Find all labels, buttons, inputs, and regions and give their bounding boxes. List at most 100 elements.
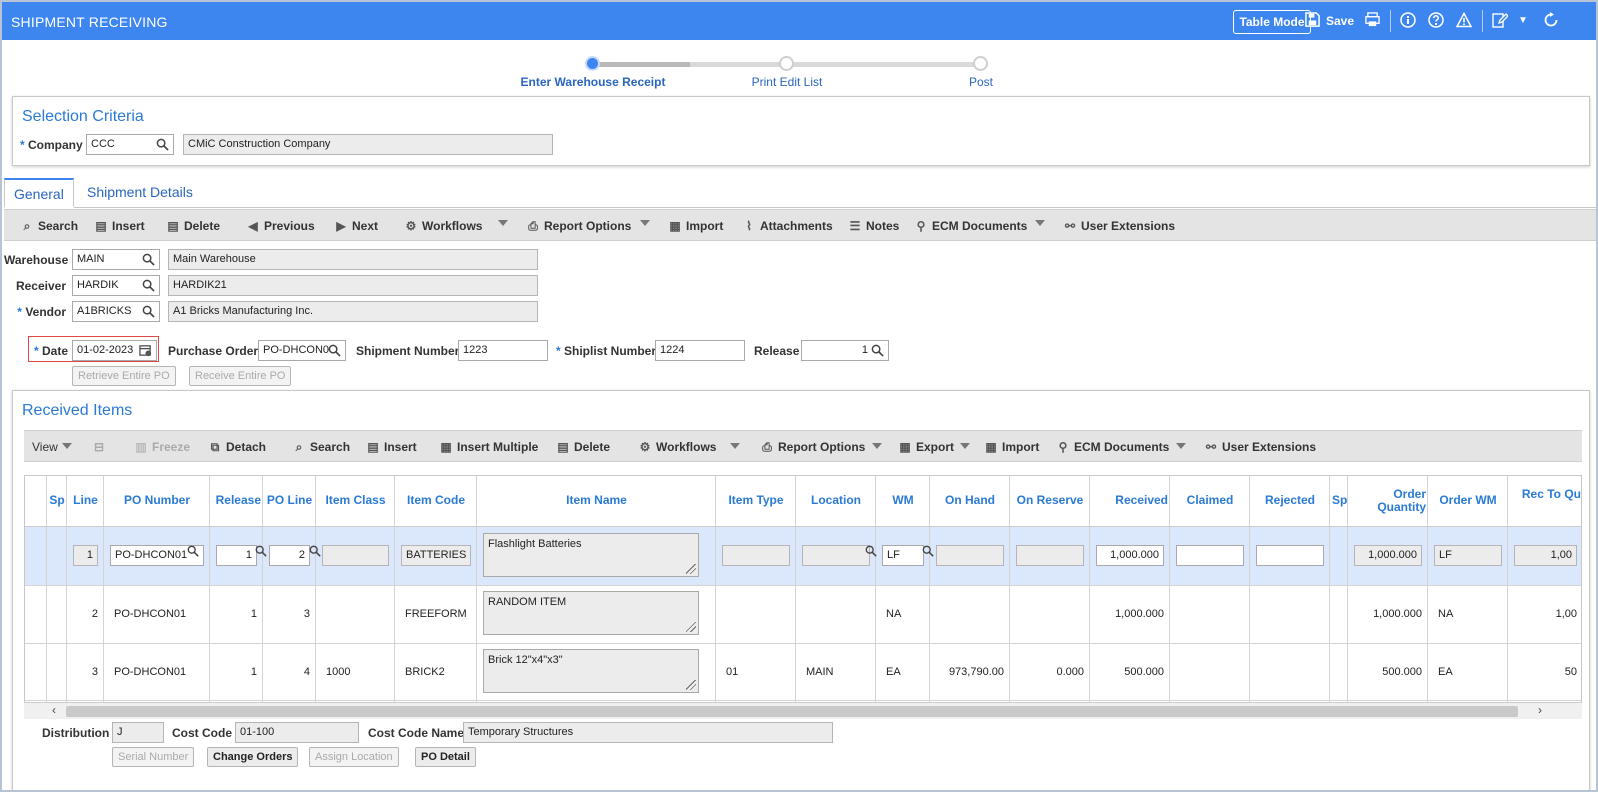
column-header[interactable]: Order Quantity [1350, 488, 1426, 712]
po-detail-button[interactable]: PO Detail [415, 747, 476, 767]
grid-workflows-button[interactable]: ⚙ Workflows [638, 439, 717, 455]
column-header[interactable]: On Hand [932, 494, 1008, 712]
toolbar-next-button[interactable]: ▶ Next [334, 218, 378, 234]
item-name-textarea[interactable]: Brick 12"x4"x3" [483, 649, 699, 693]
toolbar-ecm-documents-button[interactable]: ⚲ ECM Documents [914, 218, 1028, 234]
toolbar-workflows-button[interactable]: ⚙ Workflows [404, 218, 483, 234]
save-icon[interactable] [1303, 12, 1321, 30]
warehouse-code-field[interactable]: MAIN [72, 249, 160, 270]
column-header[interactable]: PO Line [265, 494, 314, 712]
step-label-enter-warehouse-receipt[interactable]: Enter Warehouse Receipt [503, 75, 683, 89]
filter-icon[interactable]: ⊟ [94, 439, 104, 455]
search-icon[interactable] [865, 545, 877, 557]
toolbar-import-button[interactable]: ▦ Import [668, 218, 723, 234]
search-icon[interactable] [142, 279, 155, 292]
detach-button[interactable]: ⧉ Detach [208, 439, 266, 455]
column-header[interactable]: Sp [49, 494, 65, 712]
grid-report-options-button[interactable]: ⎙ Report Options [760, 439, 865, 455]
scroll-thumb[interactable] [66, 706, 1518, 717]
chevron-down-icon[interactable] [1176, 443, 1186, 449]
search-icon[interactable] [922, 545, 934, 557]
cell-po-line[interactable]: 2 [269, 545, 310, 566]
grid-insert-button[interactable]: ▤ Insert [366, 439, 416, 455]
item-name-textarea[interactable]: RANDOM ITEM [483, 591, 699, 635]
column-header[interactable]: Sp [1332, 494, 1347, 712]
receive-entire-po-button[interactable]: Receive Entire PO [189, 366, 292, 386]
release-field[interactable]: 1 [801, 340, 889, 361]
chevron-down-icon[interactable] [1035, 220, 1045, 226]
grid-insert-multiple-button[interactable]: ▦ Insert Multiple [439, 439, 538, 455]
column-header[interactable]: Item Type [718, 494, 794, 712]
tab-general[interactable]: General [4, 178, 74, 208]
info-icon[interactable] [1399, 12, 1417, 30]
table-mode-button[interactable]: Table Mode [1233, 10, 1311, 34]
column-header[interactable]: Location [798, 494, 874, 712]
step-label-post[interactable]: Post [891, 75, 1071, 89]
cell-release[interactable]: 1 [216, 545, 257, 566]
grid-import-button[interactable]: ▦ Import [984, 439, 1039, 455]
toolbar-delete-button[interactable]: ▤ Delete [166, 218, 220, 234]
cell-claimed[interactable] [1176, 545, 1244, 566]
retrieve-entire-po-button[interactable]: Retrieve Entire PO [72, 366, 176, 386]
column-header[interactable]: Order WM [1430, 494, 1506, 712]
save-button[interactable]: Save [1326, 12, 1354, 30]
purchase-order-field[interactable]: PO-DHCON0 [258, 340, 346, 361]
change-orders-button[interactable]: Change Orders [207, 747, 299, 767]
column-header[interactable]: Received [1092, 494, 1168, 712]
company-code-field[interactable]: CCC [86, 134, 174, 155]
scroll-right-icon[interactable]: › [1538, 703, 1542, 717]
date-field[interactable]: 01-02-2023 [72, 340, 157, 361]
tab-shipment-details[interactable]: Shipment Details [78, 178, 202, 208]
search-icon[interactable] [142, 305, 155, 318]
step-label-print-edit-list[interactable]: Print Edit List [697, 75, 877, 89]
vendor-code-field[interactable]: A1BRICKS [72, 301, 160, 322]
grid-search-button[interactable]: ⌕ Search [292, 439, 350, 455]
search-icon[interactable] [255, 545, 267, 557]
resize-grip-icon[interactable] [686, 680, 696, 690]
item-name-textarea[interactable]: Flashlight Batteries [483, 533, 699, 577]
cell-wm[interactable]: LF [882, 545, 924, 566]
search-icon[interactable] [156, 138, 169, 151]
edit-icon[interactable] [1491, 12, 1509, 30]
step-dot-enter-warehouse-receipt[interactable] [585, 56, 600, 71]
assign-location-button[interactable]: Assign Location [309, 747, 399, 767]
column-header[interactable]: Rejected [1252, 494, 1328, 712]
search-icon[interactable] [309, 545, 321, 557]
search-icon[interactable] [328, 344, 341, 357]
horizontal-scrollbar[interactable]: ‹ › [24, 702, 1582, 719]
column-header[interactable]: Claimed [1172, 494, 1248, 712]
view-menu[interactable]: View [32, 439, 58, 455]
refresh-icon[interactable] [1542, 12, 1560, 30]
column-header[interactable]: Rec To Qu [1510, 488, 1581, 712]
chevron-down-icon[interactable] [730, 443, 740, 449]
toolbar-user-extensions-button[interactable]: ⚯ User Extensions [1063, 218, 1175, 234]
warning-icon[interactable] [1455, 11, 1473, 30]
column-header[interactable]: Item Code [397, 494, 475, 712]
print-icon[interactable] [1363, 12, 1381, 30]
chevron-down-icon[interactable] [872, 443, 882, 449]
resize-grip-icon[interactable] [686, 564, 696, 574]
resize-grip-icon[interactable] [686, 622, 696, 632]
column-header[interactable]: PO Number [106, 494, 208, 712]
grid-ecm-documents-button[interactable]: ⚲ ECM Documents [1056, 439, 1170, 455]
grid-delete-button[interactable]: ▤ Delete [556, 439, 610, 455]
step-dot-print-edit-list[interactable] [779, 56, 794, 71]
toolbar-notes-button[interactable]: ☰ Notes [848, 218, 900, 234]
column-header[interactable]: WM [878, 494, 928, 712]
toolbar-report-options-button[interactable]: ⎙ Report Options [526, 218, 631, 234]
column-header[interactable]: Line [69, 494, 102, 712]
shiplist-number-field[interactable]: 1224 [655, 340, 745, 361]
grid-user-extensions-button[interactable]: ⚯ User Extensions [1204, 439, 1316, 455]
toolbar-insert-button[interactable]: ▤ Insert [94, 218, 144, 234]
column-header[interactable]: On Reserve [1012, 494, 1088, 712]
receiver-code-field[interactable]: HARDIK [72, 275, 160, 296]
grid-export-button[interactable]: ▦ Export [898, 439, 954, 455]
serial-number-button[interactable]: Serial Number [112, 747, 195, 767]
chevron-down-icon[interactable] [960, 443, 970, 449]
chevron-down-icon[interactable] [62, 443, 72, 449]
cell-rejected[interactable] [1256, 545, 1324, 566]
chevron-down-icon[interactable]: ▼ [1514, 12, 1532, 30]
toolbar-previous-button[interactable]: ◀ Previous [246, 218, 314, 234]
chevron-down-icon[interactable] [498, 220, 508, 226]
step-dot-post[interactable] [973, 56, 988, 71]
